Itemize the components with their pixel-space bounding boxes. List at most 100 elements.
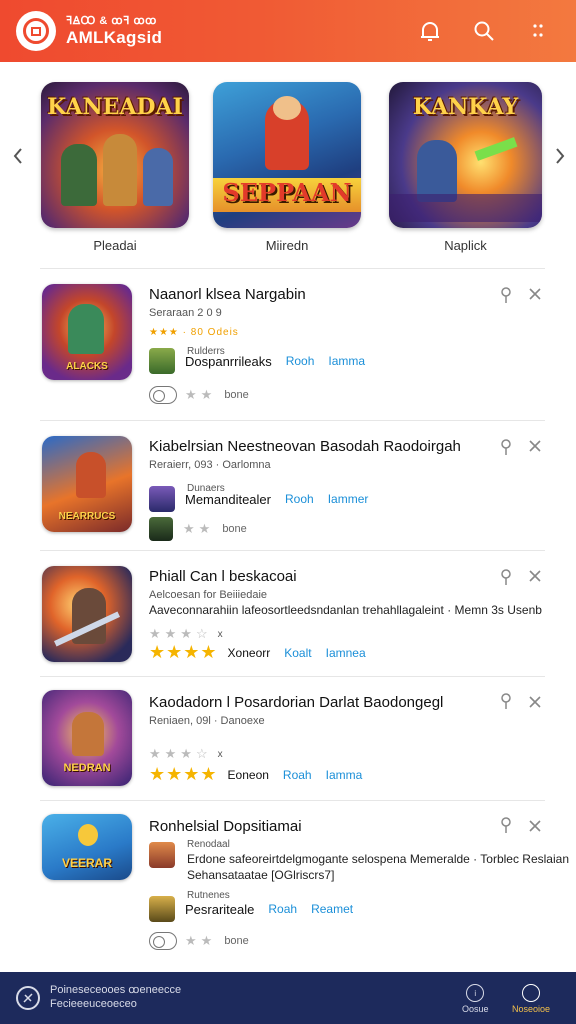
featured-title: KANKAY [412,94,519,120]
item-title[interactable]: Kiabelrsian Neestneovan Basodah Raodoirg… [149,438,461,455]
item-thumbnail[interactable]: NEDRAN [42,690,132,786]
item-thumbnail[interactable]: ALACKS [42,284,132,380]
developer-name: Memanditealer [185,491,271,507]
secondary-avatar [149,517,173,541]
pin-icon[interactable] [499,692,513,710]
star-rating-gray: ★★ [183,521,215,536]
mini-label: Renodaal [187,839,230,850]
app-logo[interactable] [16,11,56,51]
featured-label: Miiredn [265,238,309,253]
item-subtitle: Seraraan 2 0 9 [149,307,222,319]
item-link-1[interactable]: Rooh [285,492,314,506]
featured-title: SEPPAAN [222,178,352,207]
item-description: Aaveconnarahiin lafeosortleedsndanlan tr… [149,603,542,617]
star-rating-gold: ★★★★ [149,764,218,784]
item-thumbnail[interactable]: VEERAR [42,814,132,880]
item-link-2[interactable]: Iammer [328,492,369,506]
logo-icon [23,18,49,44]
bottom-bar: Poineseceooes ꝏeneecce Fecieeeuceoeceo i… [0,972,576,1024]
item-title[interactable]: Kaodadorn l Posardorian Darlat Baodongeg… [149,694,443,711]
developer-name: Pesrariteale [185,901,255,917]
toggle-icon[interactable] [149,386,177,404]
footer-line-1: Poineseceooes ꝏeneecce [50,984,182,997]
developer-name: Dospanrrileaks [185,353,272,369]
divider [40,800,545,801]
close-icon[interactable] [528,819,544,835]
featured-label: Naplick [444,238,487,253]
developer-name: Xoneorr [227,645,271,660]
more-icon[interactable] [524,17,552,45]
close-icon[interactable] [528,439,544,455]
star-rating-gray: ★★ [185,933,217,948]
item-subtitle: Reniaen, 09l · Danoexe [149,715,265,727]
item-link-1[interactable]: Koalt [284,646,311,660]
carousel-prev-button[interactable] [8,144,28,168]
nav-label: Noseoioe [512,1004,551,1014]
secondary-avatar [149,896,175,922]
thumbnail-text: NEDRAN [63,762,111,774]
brand: ꟻꙘꚘ & ꝏꟻ ꝏꝏ AMLKagsid [66,15,163,47]
toggle-icon[interactable] [149,932,177,950]
item-link-1[interactable]: Roah [268,902,297,916]
thumbnail-text: NEARRUCS [58,511,116,522]
bell-icon[interactable] [416,17,444,45]
pin-icon[interactable] [499,286,513,304]
item-link-2[interactable]: Reamet [311,902,353,916]
pin-icon[interactable] [499,568,513,586]
featured-carousel: KANEADAI Pleadai SEPPAAN Miiredn KANKAY … [0,82,576,262]
nav-icon: i [466,984,485,1002]
item-footer-text: bone [224,389,249,401]
item-link-2[interactable]: Iamnea [326,646,366,660]
item-title[interactable]: Naanorl klsea Nargabin [149,286,306,303]
developer-name: Eoneon [227,767,269,782]
item-title[interactable]: Ronhelsial Dopsitiamai [149,818,302,835]
featured-item[interactable]: KANKAY Naplick [389,82,542,253]
brand-title: AMLKagsid [66,28,163,47]
item-link-1[interactable]: Roah [283,768,312,782]
pin-icon[interactable] [499,816,513,834]
item-thumbnail[interactable] [42,566,132,662]
featured-item[interactable]: KANEADAI Pleadai [41,82,189,253]
carousel-next-button[interactable] [550,144,570,168]
item-thumbnail[interactable]: NEARRUCS [42,436,132,532]
app-header: ꟻꙘꚘ & ꝏꟻ ꝏꝏ AMLKagsid [0,0,576,62]
item-description: Erdone safeoreirtdelgmogante selospena M… [187,852,569,866]
pin-icon[interactable] [499,438,513,456]
footer-line-2: Fecieeeuceoeceo [50,998,137,1010]
featured-image: SEPPAAN [213,82,361,228]
featured-item[interactable]: SEPPAAN Miiredn [213,82,361,253]
featured-title: KANEADAI [47,94,183,120]
footer-logo-icon[interactable] [16,986,40,1010]
star-rating-gray: ★★ [185,387,217,402]
featured-image: KANKAY [389,82,542,228]
item-description-2: Sehansataatae [OGlriscrs7] [187,868,335,882]
item-footer-text: bone [222,523,247,535]
search-icon[interactable] [470,17,498,45]
nav-item-active[interactable]: Noseoioe [512,984,550,1014]
divider [40,676,545,677]
rating-label: x [217,628,223,640]
developer-avatar [149,348,175,374]
nav-label: Oosue [462,1004,489,1014]
star-rating-gray: ★★★☆ [149,626,212,641]
item-footer-text: bone [224,935,249,947]
developer-avatar [149,842,175,868]
item-link-2[interactable]: Iamma [326,768,363,782]
divider [40,268,545,269]
item-title[interactable]: Phiall Can l beskacoai [149,568,297,585]
rating-label: x [217,748,223,760]
brand-subtitle: ꟻꙘꚘ & ꝏꟻ ꝏꝏ [66,15,157,27]
divider [40,420,545,421]
item-link-1[interactable]: Rooh [286,354,315,368]
item-subtitle: Reraierr, 093 · Oarlomna [149,459,271,471]
nav-item[interactable]: i Oosue [462,984,489,1014]
close-icon[interactable] [528,695,544,711]
star-rating-gray: ★★★☆ [149,746,212,761]
developer-avatar [149,486,175,512]
featured-image: KANEADAI [41,82,189,228]
item-subtitle: Aelcoesan for Beiiiedaie [149,589,268,601]
close-icon[interactable] [528,569,544,585]
close-icon[interactable] [528,287,544,303]
item-link-2[interactable]: Iamma [328,354,365,368]
footer-text: Poineseceooes ꝏeneecce Fecieeeuceoeceo [50,984,181,1012]
